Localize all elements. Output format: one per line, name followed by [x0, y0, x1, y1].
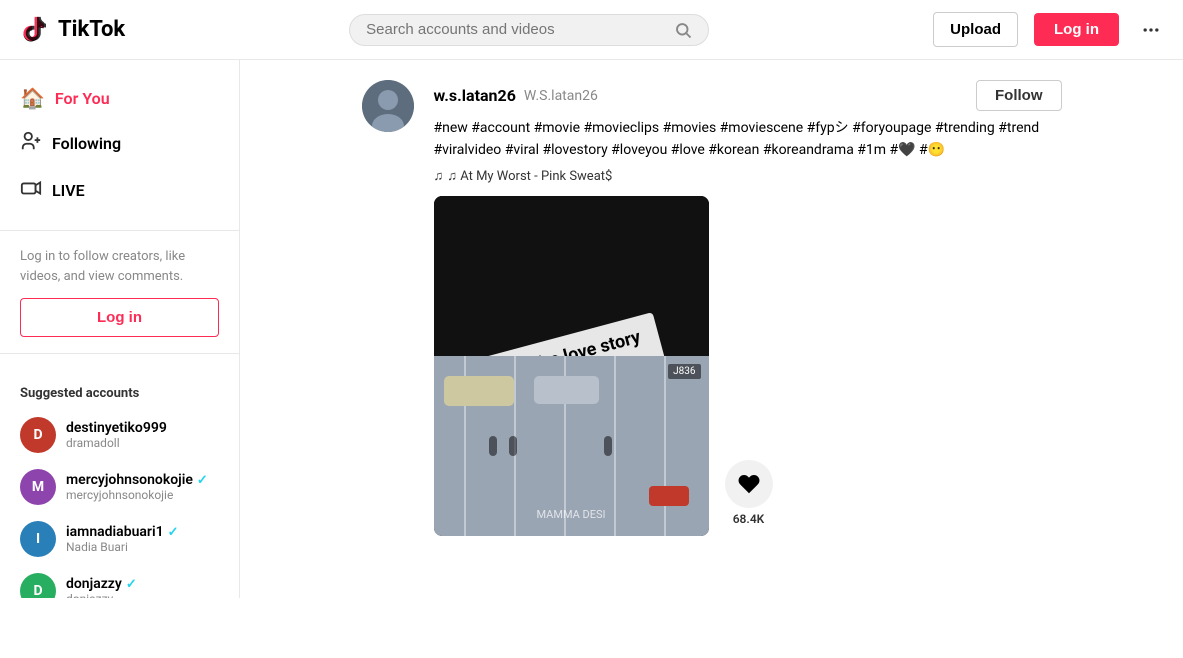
account-name-iamnadiabuari1: iamnadiabuari1 ✓ — [66, 524, 219, 540]
post-header: w.s.latan26 W.S.latan26 Follow — [434, 80, 1062, 111]
search-input[interactable] — [366, 21, 666, 38]
music-note-icon: ♫ — [434, 168, 444, 184]
post-tags: #new #account #movie #movieclips #movies… — [434, 117, 1062, 162]
sidebar-label-following: Following — [52, 134, 121, 153]
suggested-account-iamnadiabuari1[interactable]: I iamnadiabuari1 ✓ Nadia Buari — [0, 513, 239, 565]
verified-icon-donjazzy: ✓ — [126, 577, 137, 592]
video-watermark: MAMMA DESI — [536, 508, 605, 521]
account-name-donjazzy: donjazzy ✓ — [66, 576, 219, 592]
sidebar-label-for-you: For You — [55, 89, 110, 108]
sidebar-login-button[interactable]: Log in — [20, 298, 219, 337]
avatar-destinyetiko999: D — [20, 417, 56, 453]
tiktok-logo-icon — [16, 12, 52, 48]
search-bar[interactable] — [349, 14, 709, 46]
account-info-destinyetiko999: destinyetiko999 dramadoll — [66, 420, 219, 450]
post-music: ♫ ♫ At My Worst - Pink Sweat$ — [434, 168, 1062, 184]
sidebar: 🏠 For You Following LIVE — [0, 60, 240, 598]
figure-3 — [604, 436, 612, 456]
like-count: 68.4K — [733, 512, 765, 526]
logo-text: TikTok — [58, 17, 125, 42]
post-username[interactable]: w.s.latan26 — [434, 86, 516, 105]
ellipsis-icon — [1141, 20, 1161, 40]
post-avatar-image — [362, 80, 414, 132]
follow-button[interactable]: Follow — [976, 80, 1062, 111]
feed-area: w.s.latan26 W.S.latan26 Follow #new #acc… — [240, 60, 1183, 598]
main-layout: 🏠 For You Following LIVE — [0, 60, 1183, 598]
login-prompt: Log in to follow creators, like videos, … — [0, 247, 239, 337]
header: TikTok Upload Log in — [0, 0, 1183, 60]
post-container: w.s.latan26 W.S.latan26 Follow #new #acc… — [362, 80, 1062, 536]
verified-icon-mercy: ✓ — [197, 473, 208, 488]
account-handle-iamnadiabuari1: Nadia Buari — [66, 540, 219, 554]
suggested-account-destinyetiko999[interactable]: D destinyetiko999 dramadoll — [0, 409, 239, 461]
home-icon: 🏠 — [20, 86, 45, 110]
heart-icon — [737, 472, 761, 496]
parking-line-4 — [614, 356, 616, 536]
car-2 — [534, 376, 599, 404]
account-handle-donjazzy: donjazzy — [66, 592, 219, 598]
heart-icon-circle — [725, 460, 773, 508]
post-avatar[interactable] — [362, 80, 414, 132]
sidebar-divider-2 — [0, 353, 239, 354]
account-handle-mercyjohnsonokojie: mercyjohnsonokojie — [66, 488, 219, 502]
sidebar-item-live[interactable]: LIVE — [0, 167, 239, 214]
corner-badge: J836 — [668, 364, 700, 379]
figure-1 — [489, 436, 497, 456]
parking-line-5 — [664, 356, 666, 536]
post-user-info: w.s.latan26 W.S.latan26 — [434, 86, 598, 105]
post-content: w.s.latan26 W.S.latan26 Follow #new #acc… — [434, 80, 1062, 536]
post-actions: 68.4K — [725, 460, 773, 536]
more-button[interactable] — [1135, 14, 1167, 46]
post-handle: W.S.latan26 — [524, 88, 598, 104]
suggested-account-mercyjohnsonokojie[interactable]: M mercyjohnsonokojie ✓ mercyjohnsonokoji… — [0, 461, 239, 513]
avatar-donjazzy: D — [20, 573, 56, 598]
post-music-text: ♫ At My Worst - Pink Sweat$ — [447, 168, 612, 184]
account-info-mercyjohnsonokojie: mercyjohnsonokojie ✓ mercyjohnsonokojie — [66, 472, 219, 502]
sidebar-divider — [0, 230, 239, 231]
sidebar-item-for-you[interactable]: 🏠 For You — [0, 76, 239, 120]
account-name-destinyetiko999: destinyetiko999 — [66, 420, 219, 436]
account-info-iamnadiabuari1: iamnadiabuari1 ✓ Nadia Buari — [66, 524, 219, 554]
figure-2 — [509, 436, 517, 456]
account-handle-destinyetiko999: dramadoll — [66, 436, 219, 450]
like-button[interactable]: 68.4K — [725, 460, 773, 526]
video-top-dark — [434, 196, 709, 356]
upload-button[interactable]: Upload — [933, 12, 1018, 47]
sidebar-label-live: LIVE — [52, 181, 85, 200]
sidebar-item-following[interactable]: Following — [0, 120, 239, 167]
suggested-account-donjazzy[interactable]: D donjazzy ✓ donjazzy — [0, 565, 239, 598]
search-icon — [674, 21, 692, 39]
following-icon — [20, 130, 42, 157]
logo[interactable]: TikTok — [16, 12, 125, 48]
account-name-mercyjohnsonokojie: mercyjohnsonokojie ✓ — [66, 472, 219, 488]
account-info-donjazzy: donjazzy ✓ donjazzy — [66, 576, 219, 598]
sidebar-nav: 🏠 For You Following LIVE — [0, 76, 239, 214]
login-prompt-text: Log in to follow creators, like videos, … — [20, 247, 219, 286]
verified-icon-nadia: ✓ — [168, 525, 179, 540]
video-thumbnail[interactable]: vampire love storypart 1 — [434, 196, 709, 536]
suggested-accounts-label: Suggested accounts — [0, 370, 239, 409]
avatar-mercyjohnsonokojie: M — [20, 469, 56, 505]
avatar-iamnadiabuari1: I — [20, 521, 56, 557]
motorcycle — [649, 486, 689, 506]
header-right: Upload Log in — [933, 12, 1167, 47]
login-button[interactable]: Log in — [1034, 13, 1119, 46]
car-1 — [444, 376, 514, 406]
live-icon — [20, 177, 42, 204]
video-parking-scene: MAMMA DESI J836 — [434, 356, 709, 536]
